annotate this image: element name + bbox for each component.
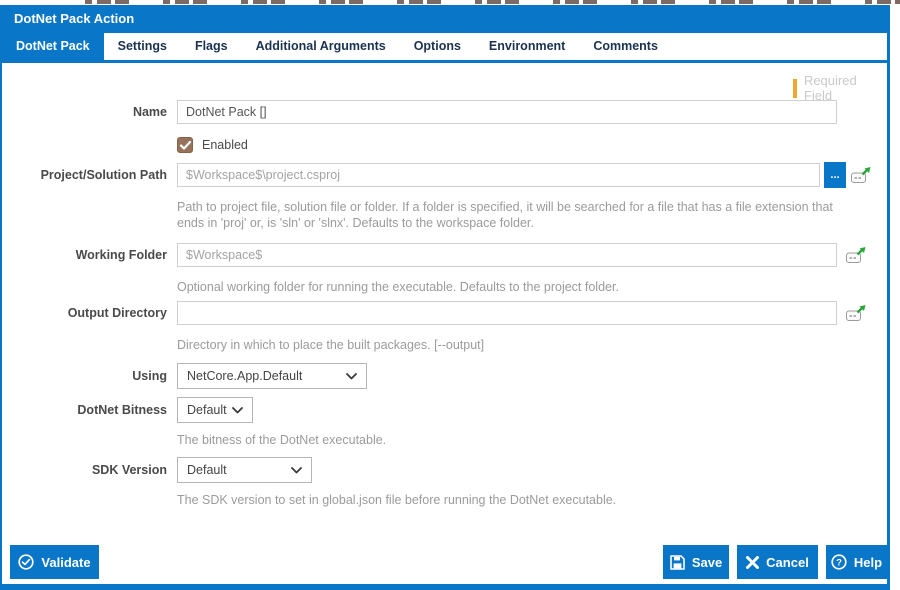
name-input[interactable] [177, 100, 837, 124]
required-marker [793, 78, 797, 98]
enabled-label: Enabled [202, 138, 248, 152]
bitness-select[interactable]: Default [177, 397, 253, 423]
sdk-version-select[interactable]: Default [177, 457, 312, 483]
tab-options[interactable]: Options [400, 33, 475, 60]
save-icon [670, 554, 685, 570]
output-directory-input[interactable] [177, 301, 837, 325]
save-button[interactable]: Save [663, 545, 729, 579]
cancel-button[interactable]: Cancel [737, 545, 818, 579]
validate-button-label: Validate [41, 554, 91, 570]
screen: DotNet Pack Action DotNet Pack Settings … [0, 0, 900, 590]
required-field-legend: Required Field [793, 73, 887, 103]
cancel-button-label: Cancel [766, 554, 809, 570]
tab-dotnet-pack[interactable]: DotNet Pack [2, 33, 104, 60]
enabled-checkbox-row[interactable]: Enabled [177, 137, 248, 153]
dialog-titlebar: DotNet Pack Action [2, 5, 887, 33]
background-text-fragments [85, 0, 900, 4]
project-path-help-line1: Path to project file, solution file or f… [177, 200, 833, 214]
bitness-help: The bitness of the DotNet executable. [177, 433, 387, 447]
tab-bar: DotNet Pack Settings Flags Additional Ar… [2, 33, 887, 63]
close-icon [746, 555, 760, 569]
tab-settings[interactable]: Settings [104, 33, 181, 60]
sdk-version-help: The SDK version to set in global.json fi… [177, 493, 617, 507]
circle-check-icon [18, 554, 35, 570]
tab-comments[interactable]: Comments [579, 33, 672, 60]
help-icon: ? [831, 554, 847, 570]
sdk-version-label: SDK Version [91, 463, 167, 477]
dialog-title: DotNet Pack Action [14, 11, 135, 26]
bitness-select-value: Default [187, 403, 227, 417]
help-button[interactable]: ? Help [826, 545, 887, 579]
chevron-down-icon [346, 372, 357, 379]
using-select-value: NetCore.App.Default [187, 369, 303, 383]
help-button-label: Help [853, 554, 883, 570]
insert-variable-icon[interactable] [846, 247, 866, 264]
required-field-label: Required Field [803, 73, 857, 103]
project-path-label: Project/Solution Path [40, 168, 167, 182]
sdk-version-select-value: Default [187, 463, 227, 477]
chevron-down-icon [291, 466, 302, 473]
dotnet-pack-action-dialog: DotNet Pack Action DotNet Pack Settings … [0, 5, 890, 590]
working-folder-label: Working Folder [75, 248, 167, 262]
using-select[interactable]: NetCore.App.Default [177, 363, 367, 389]
check-icon [179, 140, 191, 150]
project-path-input[interactable] [177, 163, 820, 187]
tab-environment[interactable]: Environment [475, 33, 579, 60]
using-label: Using [132, 369, 167, 383]
tab-additional-arguments[interactable]: Additional Arguments [242, 33, 400, 60]
chevron-down-icon [232, 406, 243, 413]
insert-variable-icon[interactable] [851, 167, 871, 184]
tab-flags[interactable]: Flags [181, 33, 242, 60]
working-folder-help: Optional working folder for running the … [177, 280, 619, 294]
insert-variable-icon[interactable] [846, 305, 866, 322]
name-label: Name [132, 105, 167, 119]
save-button-label: Save [691, 554, 723, 570]
validate-button[interactable]: Validate [10, 545, 99, 579]
bitness-label: DotNet Bitness [77, 403, 167, 417]
project-path-help-line2: ends in 'proj' or, is 'sln' or 'slnx'. D… [177, 216, 534, 230]
project-path-browse-button[interactable]: ... [824, 162, 846, 188]
enabled-checkbox[interactable] [177, 137, 193, 153]
output-directory-help: Directory in which to place the built pa… [177, 338, 485, 352]
output-directory-label: Output Directory [67, 306, 167, 320]
working-folder-input[interactable] [177, 243, 837, 267]
svg-text:?: ? [836, 557, 842, 568]
dialog-body: Required Field Name Enabled Project/Solu… [2, 66, 887, 584]
